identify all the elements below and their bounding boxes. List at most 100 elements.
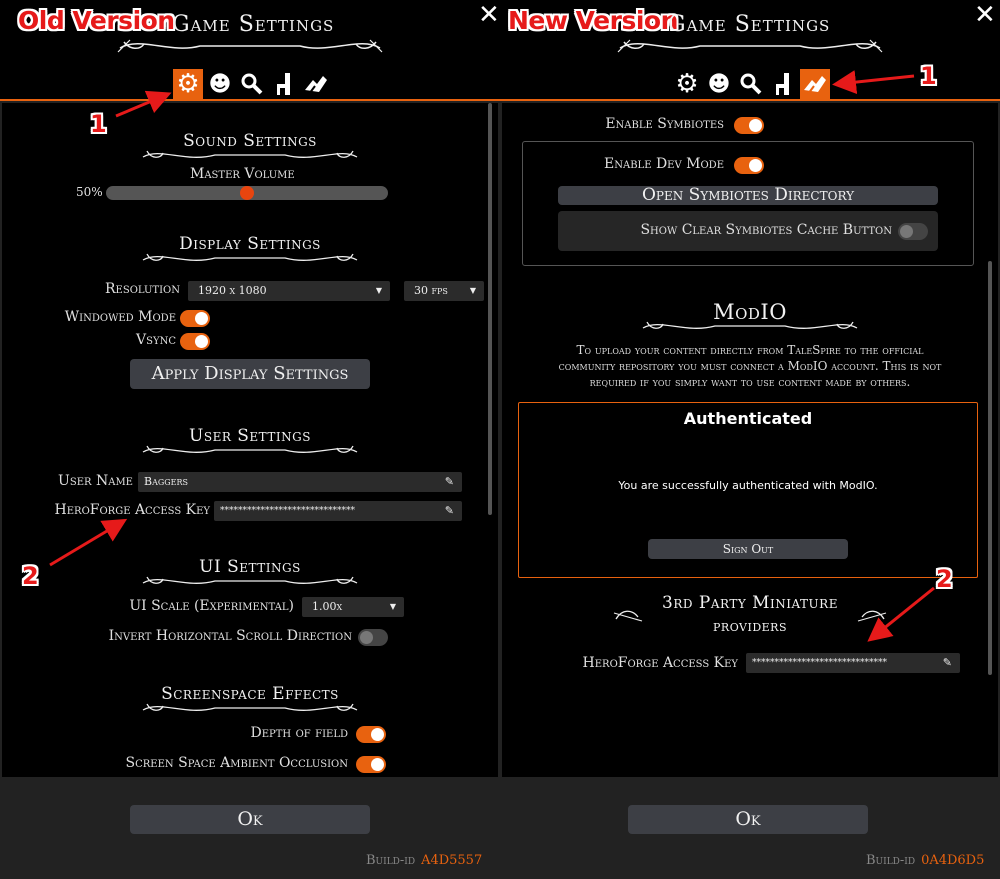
close-icon[interactable]: ✕ xyxy=(478,0,500,30)
heroforge-key-value: ****************************** xyxy=(220,506,355,516)
sign-out-button[interactable]: Sign Out xyxy=(648,539,848,559)
modio-description-line-2: community repository you must connect a … xyxy=(558,359,942,373)
tab-integrations[interactable] xyxy=(301,69,331,99)
title-flourish-icon xyxy=(617,39,883,53)
old-version-window: Old Version Game Settings ⚙ ☻ Sound Sett… xyxy=(0,0,500,879)
resolution-dropdown[interactable]: 1920 x 1080 ▼ xyxy=(188,281,390,301)
apply-display-settings-button[interactable]: Apply Display Settings xyxy=(130,359,370,389)
tab-general[interactable]: ⚙ xyxy=(672,69,702,99)
chevron-down-icon: ▼ xyxy=(389,602,396,611)
tab-search[interactable] xyxy=(237,69,267,99)
edit-pencil-icon: ✎ xyxy=(444,475,454,488)
auth-status-title: Authenticated xyxy=(683,409,813,428)
tab-character[interactable]: ☻ xyxy=(704,69,734,99)
annotation-number-1: 1 xyxy=(90,110,107,138)
close-icon[interactable]: ✕ xyxy=(974,0,996,30)
gear-icon: ⚙ xyxy=(675,69,699,99)
tab-integrations[interactable] xyxy=(800,69,830,99)
build-id: Build-id A4D5557 xyxy=(366,853,482,868)
ssao-label: Screen Space Ambient Occlusion xyxy=(125,755,348,771)
tab-search[interactable] xyxy=(736,69,766,99)
auth-message: You are successfully authenticated with … xyxy=(618,479,878,492)
vsync-label: Vsync xyxy=(136,332,176,348)
invert-scroll-toggle[interactable] xyxy=(358,629,388,646)
fps-value: 30 fps xyxy=(414,284,448,297)
master-volume-label: Master Volume xyxy=(190,166,295,182)
modio-description-line-1: To upload your content directly from Tal… xyxy=(576,343,924,357)
windowed-mode-toggle[interactable] xyxy=(180,310,210,327)
tab-general[interactable]: ⚙ xyxy=(173,69,203,99)
new-version-window: New Version Game Settings ⚙ ☻ Enable Sym… xyxy=(500,0,1000,879)
settings-tabbar: ⚙ ☻ xyxy=(672,68,830,100)
section-flourish-icon xyxy=(142,253,358,261)
vsync-toggle[interactable] xyxy=(180,333,210,350)
section-flourish-icon xyxy=(142,576,358,584)
character-icon: ☻ xyxy=(208,71,232,97)
chevron-down-icon: ▼ xyxy=(469,286,476,295)
section-flourish-icon xyxy=(142,445,358,453)
heroforge-key-label: HeroForge Access Key xyxy=(582,655,738,671)
tab-furniture[interactable] xyxy=(768,69,798,99)
heroforge-key-label: HeroForge Access Key xyxy=(54,502,210,518)
build-id-label: Build-id xyxy=(366,853,416,868)
ui-scale-value: 1.00x xyxy=(312,600,343,613)
enable-symbiotes-toggle[interactable] xyxy=(734,117,764,134)
resolution-value: 1920 x 1080 xyxy=(198,284,267,297)
edit-pencil-icon: ✎ xyxy=(942,656,952,669)
ui-scale-dropdown[interactable]: 1.00x ▼ xyxy=(302,597,404,617)
fps-dropdown[interactable]: 30 fps ▼ xyxy=(404,281,484,301)
new-version-tag: New Version xyxy=(508,6,678,35)
heroforge-key-value: ****************************** xyxy=(752,658,887,668)
depth-of-field-toggle[interactable] xyxy=(356,726,386,743)
slider-knob[interactable] xyxy=(240,186,254,200)
settings-header: Old Version Game Settings ⚙ ☻ xyxy=(0,0,500,101)
heroforge-key-field[interactable]: ****************************** ✎ xyxy=(746,653,960,673)
ok-button[interactable]: Ok xyxy=(130,805,370,834)
vertical-scrollbar[interactable] xyxy=(488,103,492,515)
section-flourish-icon xyxy=(613,610,887,622)
ssao-toggle[interactable] xyxy=(356,756,386,773)
section-flourish-icon xyxy=(142,703,358,711)
enable-symbiotes-label: Enable Symbiotes xyxy=(605,116,724,132)
vertical-scrollbar[interactable] xyxy=(988,261,992,675)
edit-pencil-icon: ✎ xyxy=(444,504,454,517)
show-clear-cache-toggle[interactable] xyxy=(898,223,928,240)
handshake-icon xyxy=(305,76,327,95)
depth-of-field-label: Depth of field xyxy=(250,725,348,741)
user-name-label: User Name xyxy=(58,473,133,489)
section-flourish-icon xyxy=(142,150,358,158)
character-icon: ☻ xyxy=(707,71,731,97)
windowed-mode-label: Windowed Mode xyxy=(64,309,176,325)
chair-icon xyxy=(277,73,290,95)
enable-dev-mode-label: Enable Dev Mode xyxy=(604,156,724,172)
show-clear-cache-label: Show Clear Symbiotes Cache Button xyxy=(640,222,892,238)
settings-content: Sound Settings Master Volume 50% Display… xyxy=(2,103,498,777)
magnifier-icon xyxy=(241,73,263,95)
ui-scale-label: UI Scale (Experimental) xyxy=(129,598,294,614)
build-id-value: A4D5557 xyxy=(421,853,483,868)
ok-button[interactable]: Ok xyxy=(628,805,868,834)
settings-content: Enable Symbiotes Enable Dev Mode Open Sy… xyxy=(502,103,998,777)
enable-dev-mode-toggle[interactable] xyxy=(734,157,764,174)
tab-character[interactable]: ☻ xyxy=(205,69,235,99)
user-name-field[interactable]: Baggers ✎ xyxy=(138,472,462,492)
section-flourish-icon xyxy=(642,321,858,329)
modio-description-line-3: required if you simply want to use conte… xyxy=(589,375,911,389)
volume-percent-text: 50% xyxy=(76,185,103,199)
annotation-number-2: 2 xyxy=(936,565,953,593)
invert-scroll-label: Invert Horizontal Scroll Direction xyxy=(108,628,352,644)
tab-furniture[interactable] xyxy=(269,69,299,99)
settings-tabbar: ⚙ ☻ xyxy=(173,68,331,100)
heroforge-key-field[interactable]: ****************************** ✎ xyxy=(214,501,462,521)
build-id: Build-id 0A4D6D5 xyxy=(866,853,984,868)
user-name-value: Baggers xyxy=(144,475,188,488)
build-id-label: Build-id xyxy=(866,853,916,868)
gear-icon: ⚙ xyxy=(176,69,200,99)
open-symbiotes-directory-button[interactable]: Open Symbiotes Directory xyxy=(558,186,938,205)
annotation-number-1: 1 xyxy=(920,62,937,90)
resolution-label: Resolution xyxy=(105,281,180,297)
old-version-tag: Old Version xyxy=(18,6,175,35)
master-volume-slider[interactable] xyxy=(106,186,388,200)
title-flourish-icon xyxy=(117,39,383,53)
chevron-down-icon: ▼ xyxy=(375,286,382,295)
